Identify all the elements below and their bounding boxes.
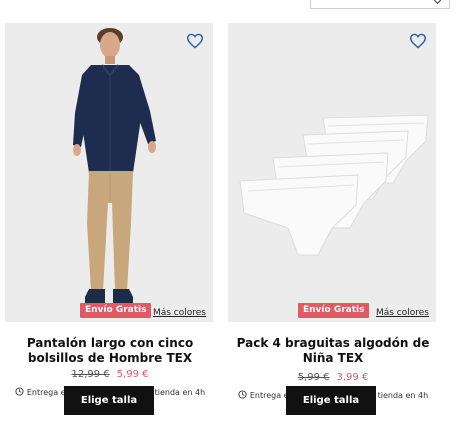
- heart-icon[interactable]: [409, 33, 427, 49]
- choose-size-button[interactable]: Elige talla: [64, 386, 154, 415]
- product-card[interactable]: Envío Gratis Más colores Pack 4 braguita…: [228, 23, 438, 400]
- product-title[interactable]: Pack 4 braguitas algodón de Niña TEX: [228, 336, 438, 366]
- product-card[interactable]: Envío Gratis Más colores Pantalón largo …: [5, 23, 215, 397]
- sale-price: 5,99 €: [116, 369, 149, 380]
- old-price: 12,99 €: [71, 369, 110, 380]
- price-row: 5,99 € 3,99 €: [228, 372, 438, 383]
- more-colors-link[interactable]: Más colores: [153, 308, 206, 318]
- sale-price: 3,99 €: [336, 372, 369, 383]
- free-shipping-badge: Envío Gratis: [298, 303, 370, 318]
- product-image[interactable]: Envío Gratis Más colores: [228, 23, 436, 322]
- chevron-down-icon: [433, 0, 442, 5]
- old-price: 5,99 €: [297, 372, 330, 383]
- product-photo-briefs: [228, 23, 436, 322]
- heart-icon[interactable]: [186, 33, 204, 49]
- more-colors-link[interactable]: Más colores: [376, 308, 429, 318]
- free-shipping-badge: Envío Gratis: [80, 303, 152, 318]
- sort-select[interactable]: [310, 0, 450, 9]
- product-title[interactable]: Pantalón largo con cinco bolsillos de Ho…: [5, 336, 215, 366]
- price-row: 12,99 € 5,99 €: [5, 369, 215, 380]
- clock-icon: [238, 390, 247, 399]
- clock-icon: [15, 387, 24, 396]
- product-image[interactable]: Envío Gratis Más colores: [5, 23, 213, 322]
- choose-size-button[interactable]: Elige talla: [286, 386, 376, 415]
- product-photo-man: [5, 23, 213, 322]
